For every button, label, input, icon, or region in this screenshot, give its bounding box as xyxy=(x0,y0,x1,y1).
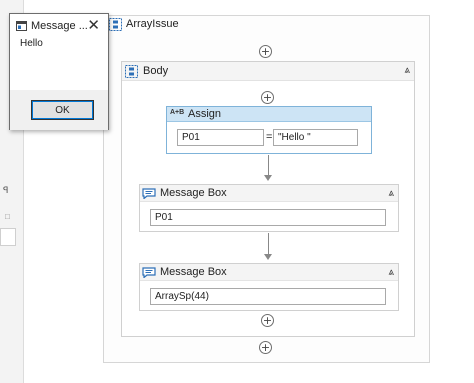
body-header[interactable]: Body ⩓ xyxy=(122,62,414,81)
message-icon xyxy=(142,267,156,278)
sequence-icon xyxy=(125,65,138,78)
connector-line xyxy=(268,155,269,176)
connector-line xyxy=(268,233,269,255)
assign-icon: A+B xyxy=(170,109,185,116)
sequence-title: ArrayIssue xyxy=(126,18,179,30)
assign-to-field[interactable]: P01 xyxy=(177,129,264,146)
sequence-arrayissue[interactable]: ArrayIssue + Body ⩓ + A+B Assign P01 = "… xyxy=(103,15,430,363)
add-activity-icon[interactable]: + xyxy=(261,91,274,104)
dialog-title: Message ... xyxy=(31,20,88,32)
add-activity-icon[interactable]: + xyxy=(261,314,274,327)
add-activity-icon[interactable]: + xyxy=(259,341,272,354)
sequence-header[interactable]: ArrayIssue xyxy=(104,16,429,34)
assign-activity[interactable]: A+B Assign P01 = "Hello " xyxy=(166,106,372,154)
panel-input-edge[interactable] xyxy=(0,228,16,246)
ok-button[interactable]: OK xyxy=(31,100,94,120)
app-window-icon xyxy=(16,21,27,31)
message-box-header[interactable]: Message Box ⩓ xyxy=(140,264,398,281)
assign-value-field[interactable]: "Hello " xyxy=(273,129,358,146)
message-box-header[interactable]: Message Box ⩓ xyxy=(140,185,398,202)
collapse-icon[interactable]: ⩓ xyxy=(388,267,394,278)
message-text-field[interactable]: P01 xyxy=(150,209,386,226)
panel-small-icon[interactable]: □ xyxy=(5,212,10,221)
assign-equals: = xyxy=(266,131,273,143)
dialog-footer: OK xyxy=(10,90,108,130)
connector-arrow xyxy=(264,175,272,181)
add-activity-icon[interactable]: + xyxy=(259,45,272,58)
panel-pin-icon[interactable]: ꟼ xyxy=(3,186,8,196)
close-icon[interactable]: ✕ xyxy=(87,16,100,34)
message-box-title: Message Box xyxy=(160,266,227,278)
message-box-activity[interactable]: Message Box ⩓ ArraySp(44) xyxy=(139,263,399,311)
dialog-titlebar[interactable]: Message ... ✕ xyxy=(10,14,108,37)
assign-header[interactable]: A+B Assign xyxy=(167,107,371,122)
message-icon xyxy=(142,188,156,199)
connector-arrow xyxy=(264,254,272,260)
message-box-title: Message Box xyxy=(160,187,227,199)
body-container[interactable]: Body ⩓ + A+B Assign P01 = "Hello " Messa… xyxy=(121,61,415,337)
assign-title: Assign xyxy=(188,108,222,120)
dialog-message: Hello xyxy=(20,38,43,49)
sequence-icon xyxy=(109,18,122,31)
message-box-activity[interactable]: Message Box ⩓ P01 xyxy=(139,184,399,232)
body-title: Body xyxy=(143,65,169,77)
collapse-icon[interactable]: ⩓ xyxy=(404,65,410,76)
collapse-icon[interactable]: ⩓ xyxy=(388,188,394,199)
message-text-field[interactable]: ArraySp(44) xyxy=(150,288,386,305)
message-dialog[interactable]: Message ... ✕ Hello OK xyxy=(9,13,109,130)
